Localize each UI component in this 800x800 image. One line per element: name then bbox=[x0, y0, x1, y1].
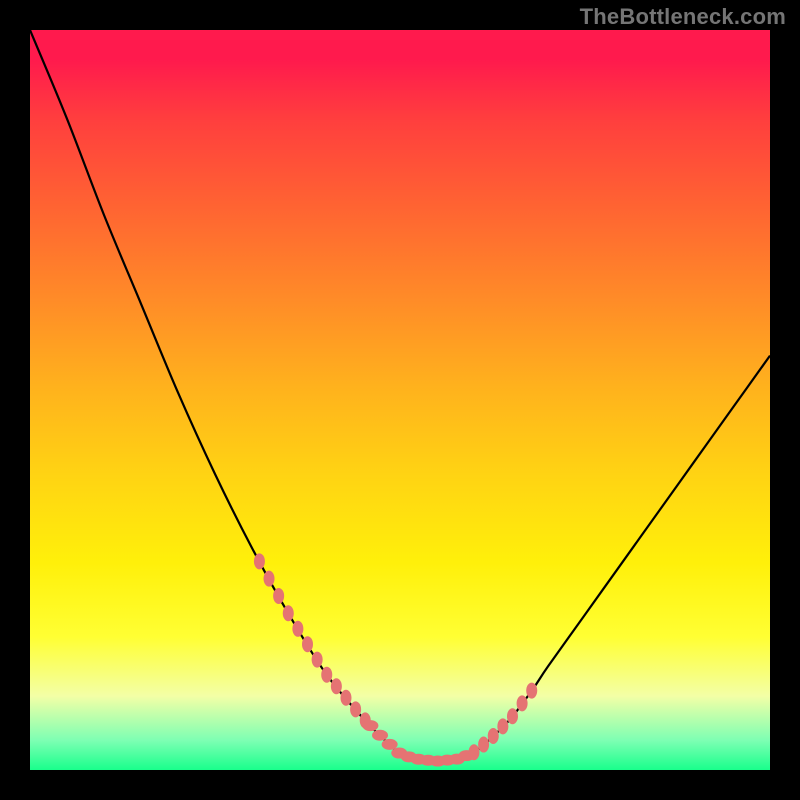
highlight-marker bbox=[478, 737, 489, 753]
highlight-marker bbox=[497, 718, 508, 734]
highlight-marker bbox=[488, 728, 499, 744]
highlight-marker bbox=[507, 708, 518, 724]
highlight-marker bbox=[273, 588, 284, 604]
highlight-marker bbox=[254, 553, 265, 569]
highlight-marker bbox=[292, 621, 303, 637]
highlight-marker bbox=[372, 730, 388, 741]
highlight-marker bbox=[302, 636, 313, 652]
chart-frame: TheBottleneck.com bbox=[0, 0, 800, 800]
highlight-marker bbox=[331, 678, 342, 694]
curve-svg bbox=[30, 30, 770, 770]
highlight-marker bbox=[382, 739, 398, 750]
highlight-marker bbox=[312, 652, 323, 668]
plot-area bbox=[30, 30, 770, 770]
bottleneck-curve bbox=[30, 30, 770, 761]
highlight-markers bbox=[254, 553, 537, 766]
highlight-marker bbox=[321, 667, 332, 683]
highlight-marker bbox=[517, 695, 528, 711]
highlight-marker bbox=[362, 720, 378, 731]
highlight-marker bbox=[469, 744, 480, 760]
highlight-marker bbox=[340, 690, 351, 706]
highlight-marker bbox=[264, 571, 275, 587]
highlight-marker bbox=[283, 605, 294, 621]
watermark-text: TheBottleneck.com bbox=[580, 4, 786, 30]
curve-path bbox=[30, 30, 770, 761]
highlight-marker bbox=[350, 701, 361, 717]
highlight-marker bbox=[526, 683, 537, 699]
